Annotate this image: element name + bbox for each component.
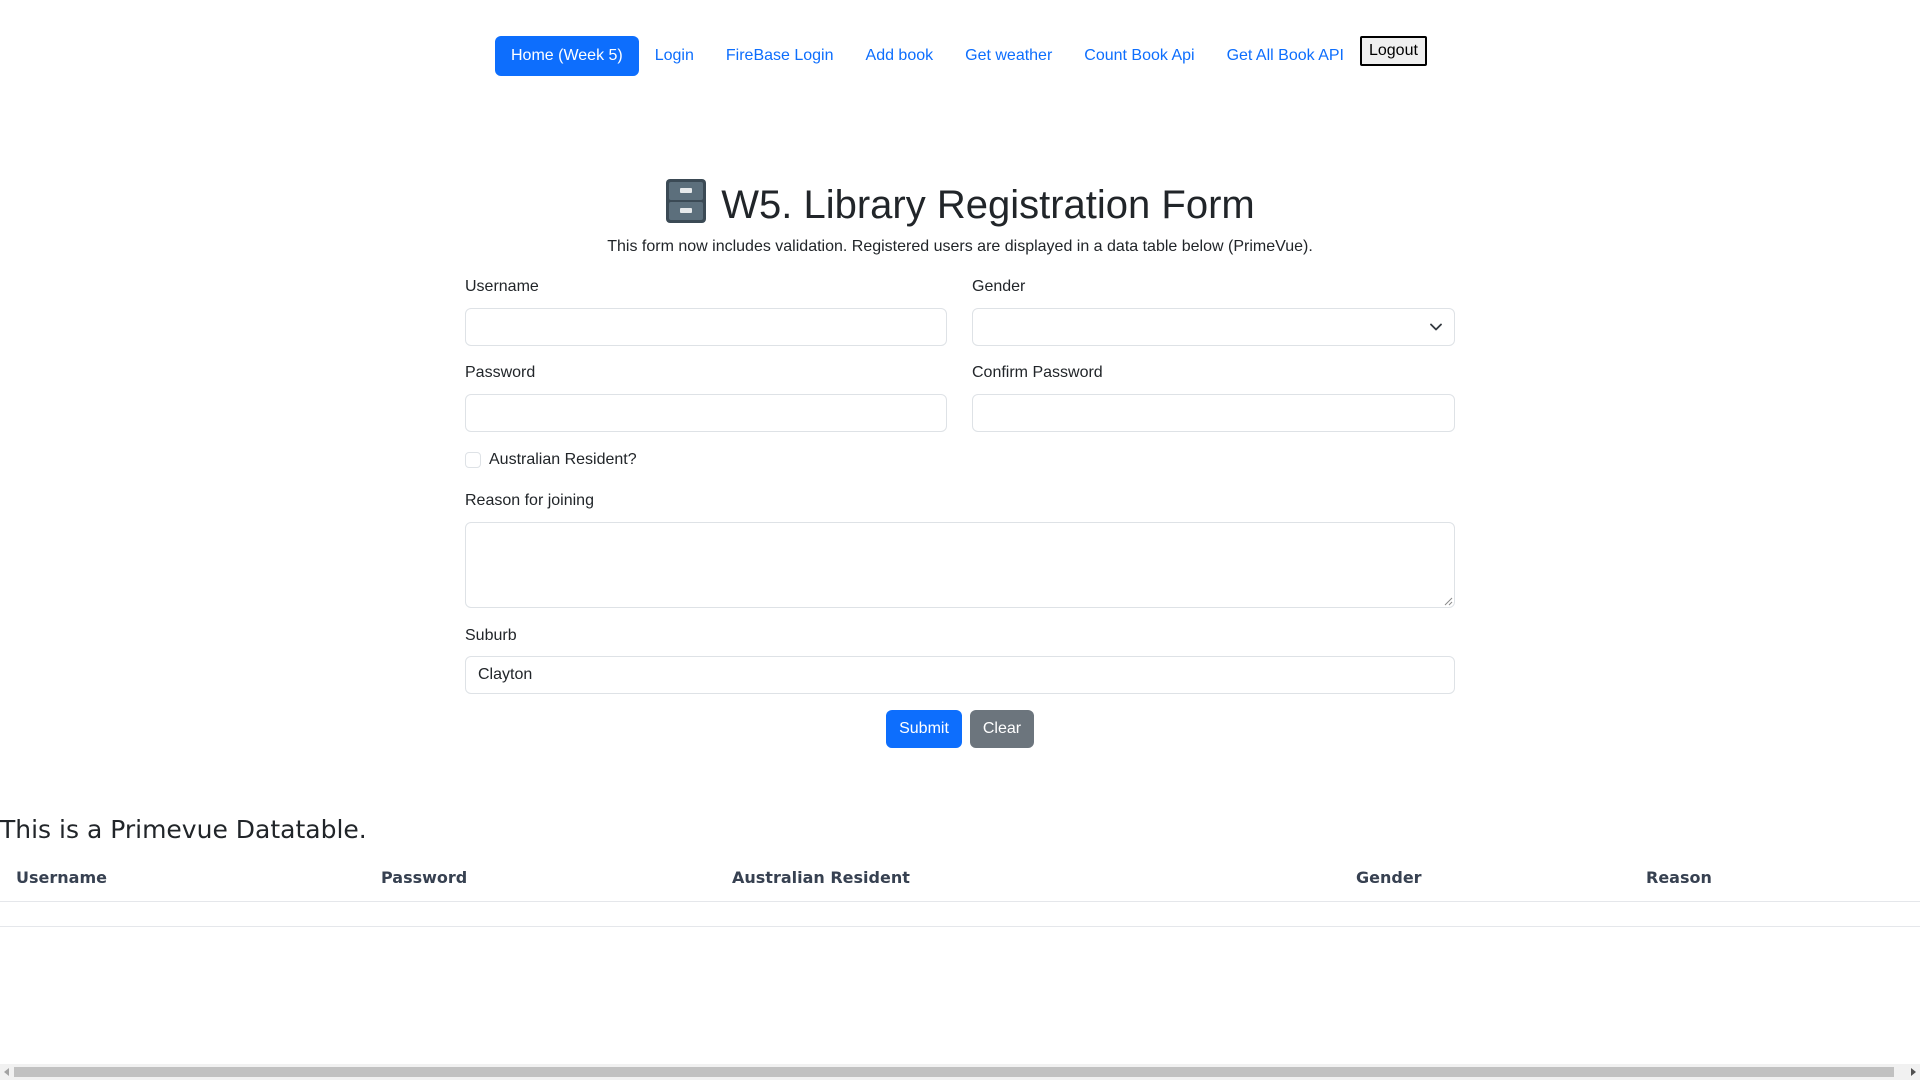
nav-get-all-book-api[interactable]: Get All Book API — [1211, 36, 1360, 76]
confirm-password-input[interactable] — [972, 394, 1455, 432]
reason-label: Reason for joining — [465, 492, 594, 509]
password-label: Password — [465, 364, 536, 381]
top-nav: Home (Week 5) Login FireBase Login Add b… — [495, 36, 1427, 76]
nav-get-weather[interactable]: Get weather — [949, 36, 1068, 76]
column-header-username[interactable]: Username — [16, 868, 107, 887]
reason-textarea[interactable] — [465, 522, 1455, 608]
page-title: W5. Library Registration Form — [0, 178, 1920, 231]
column-header-password[interactable]: Password — [381, 868, 467, 887]
submit-button[interactable]: Submit — [886, 710, 962, 748]
gender-select[interactable] — [972, 308, 1455, 346]
datatable-header: Username Password Australian Resident Ge… — [0, 860, 1920, 902]
column-header-reason[interactable]: Reason — [1646, 868, 1712, 887]
confirm-password-label: Confirm Password — [972, 364, 1103, 381]
clear-button[interactable]: Clear — [970, 710, 1034, 748]
chevron-down-icon — [1430, 323, 1442, 331]
australian-resident-checkbox[interactable] — [465, 452, 481, 468]
username-label: Username — [465, 278, 539, 295]
username-input[interactable] — [465, 308, 947, 346]
suburb-input[interactable] — [465, 656, 1455, 694]
file-cabinet-icon — [666, 179, 707, 223]
page-subtitle: This form now includes validation. Regis… — [607, 238, 1313, 255]
nav-count-book-api[interactable]: Count Book Api — [1068, 36, 1210, 76]
nav-add-book[interactable]: Add book — [850, 36, 950, 76]
nav-home[interactable]: Home (Week 5) — [495, 36, 639, 76]
scrollbar-thumb[interactable] — [14, 1067, 1894, 1077]
scroll-left-icon[interactable] — [4, 1068, 9, 1076]
column-header-gender[interactable]: Gender — [1356, 868, 1422, 887]
page-title-text: W5. Library Registration Form — [721, 183, 1255, 227]
resize-grip-icon[interactable] — [1443, 596, 1453, 606]
scroll-right-icon[interactable] — [1911, 1068, 1916, 1076]
users-datatable: Username Password Australian Resident Ge… — [0, 860, 1920, 927]
nav-login[interactable]: Login — [639, 36, 710, 76]
nav-firebase-login[interactable]: FireBase Login — [710, 36, 850, 76]
datatable-title: This is a Primevue Datatable. — [0, 815, 367, 844]
password-input[interactable] — [465, 394, 947, 432]
gender-label: Gender — [972, 278, 1026, 295]
logout-button[interactable]: Logout — [1359, 36, 1427, 66]
column-header-australian-resident[interactable]: Australian Resident — [732, 868, 910, 887]
australian-resident-label[interactable]: Australian Resident? — [489, 450, 637, 470]
suburb-label: Suburb — [465, 627, 517, 644]
datatable-empty-row — [0, 902, 1920, 927]
horizontal-scrollbar[interactable] — [0, 1064, 1920, 1080]
